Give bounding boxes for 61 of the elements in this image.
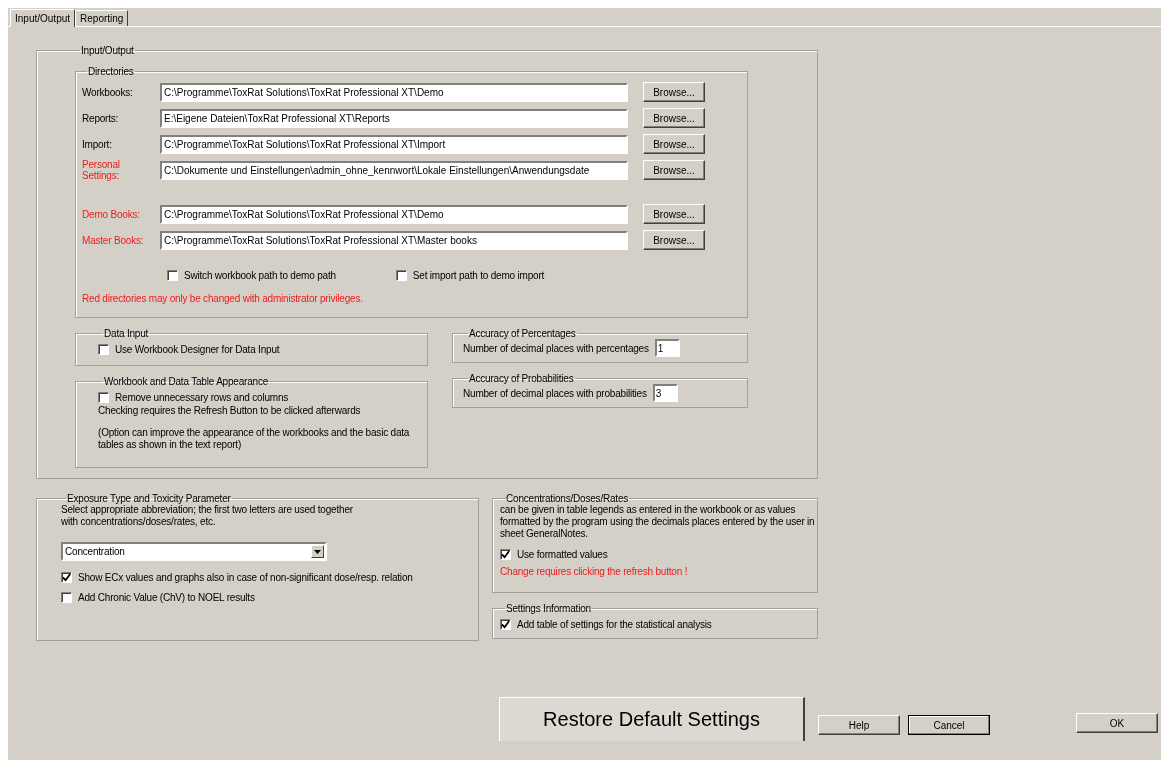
checkbox[interactable] (98, 391, 109, 403)
checkbox-label: Use Workbook Designer for Data Input (115, 343, 280, 355)
tab[interactable]: Reporting (75, 10, 129, 26)
path-field[interactable]: C:\Programme\ToxRat Solutions\ToxRat Professional XT\Import (160, 134, 628, 154)
number-field[interactable]: 1 (654, 339, 680, 357)
checkbox[interactable] (167, 269, 178, 281)
checkbox-label: Show ECx values and graphs also in case of non-significant dose/resp. relation (78, 571, 413, 583)
number-field[interactable]: 3 (652, 384, 678, 402)
dropdown[interactable]: Concentration (61, 542, 327, 561)
help-button[interactable]: Help (818, 715, 900, 735)
directory-label: Personal Settings: (82, 159, 121, 181)
group-title: Settings Information (505, 603, 592, 614)
checkbox-label: Switch workbook path to demo path (184, 269, 336, 281)
browse-button[interactable]: Browse... (643, 230, 705, 250)
checkbox[interactable] (61, 571, 72, 583)
path-field[interactable]: C:\Programme\ToxRat Solutions\ToxRat Professional XT\Demo (160, 82, 628, 102)
browse-button[interactable]: Browse... (643, 108, 705, 128)
checkbox-label: Remove unnecessary rows and columns (115, 391, 289, 403)
directory-label: Workbooks: (82, 86, 134, 98)
description-text: Select appropriate abbreviation; the first two letters are used together with concentrations/doses/rates, etc. (61, 504, 354, 528)
description-text: can be given in table legends as entered in the workbook or as values formatted by the program using the decimals places entered by the user in sheet GeneralNotes. (500, 504, 816, 540)
path-field[interactable]: C:\Programme\ToxRat Solutions\ToxRat Professional XT\Demo (160, 204, 628, 224)
directory-label: Demo Books: (82, 208, 141, 220)
checkbox[interactable] (500, 618, 511, 630)
checkbox[interactable] (61, 591, 72, 603)
checkbox-label: Set import path to demo import (412, 269, 545, 281)
warning-text: Red directories may only be changed with administrator privileges. (82, 293, 364, 304)
directory-label: Master Books: (82, 234, 145, 246)
checkbox-label: Use formatted values (517, 548, 608, 560)
browse-button[interactable]: Browse... (643, 134, 705, 154)
checkbox-label: Add Chronic Value (ChV) to NOEL results (78, 591, 255, 603)
group-title: Directories (87, 66, 135, 77)
directory-label: Import: (82, 138, 113, 150)
path-field[interactable]: E:\Eigene Dateien\ToxRat Professional XT\Reports (160, 108, 628, 128)
field-label: Number of decimal places with probabilities (463, 387, 647, 399)
checkbox-label: Add table of settings for the statistical analysis (517, 618, 712, 630)
cancel-button[interactable]: Cancel (908, 715, 990, 735)
directory-label: Reports: (82, 112, 120, 124)
group-title: Workbook and Data Table Appearance (103, 376, 270, 387)
path-field[interactable]: C:\Dokumente und Einstellungen\admin_ohne_kennwort\Lokale Einstellungen\Anwendungsdate (160, 160, 628, 180)
group-title: Input/Output (80, 45, 135, 56)
remark-text: (Option can improve the appearance of the workbooks and the basic data tables as shown in the text report) (98, 427, 411, 451)
checkbox[interactable] (500, 548, 511, 560)
hint-text: Checking requires the Refresh Button to be clicked afterwards (98, 405, 362, 417)
browse-button[interactable]: Browse... (643, 82, 705, 102)
checkbox[interactable] (98, 343, 109, 355)
path-field[interactable]: C:\Programme\ToxRat Solutions\ToxRat Professional XT\Master books (160, 230, 628, 250)
warning-text: Change requires clicking the refresh button ! (500, 566, 689, 578)
ok-button[interactable]: OK (1076, 713, 1158, 733)
checkbox[interactable] (395, 269, 407, 281)
group-title: Concentrations/Doses/Rates (505, 493, 630, 504)
tab[interactable]: Input/Output (10, 9, 76, 27)
browse-button[interactable]: Browse... (643, 204, 705, 224)
restore-defaults-button[interactable]: Restore Default Settings (499, 697, 805, 741)
group-title: Accuracy of Probabilities (468, 373, 575, 384)
dropdown-arrow-icon (314, 549, 321, 554)
browse-button[interactable]: Browse... (643, 160, 705, 180)
group-title: Accuracy of Percentages (468, 328, 577, 339)
group-title: Exposure Type and Toxicity Parameter (66, 493, 232, 504)
field-label: Number of decimal places with percentages (463, 342, 649, 354)
group-title: Data Input (103, 328, 150, 339)
